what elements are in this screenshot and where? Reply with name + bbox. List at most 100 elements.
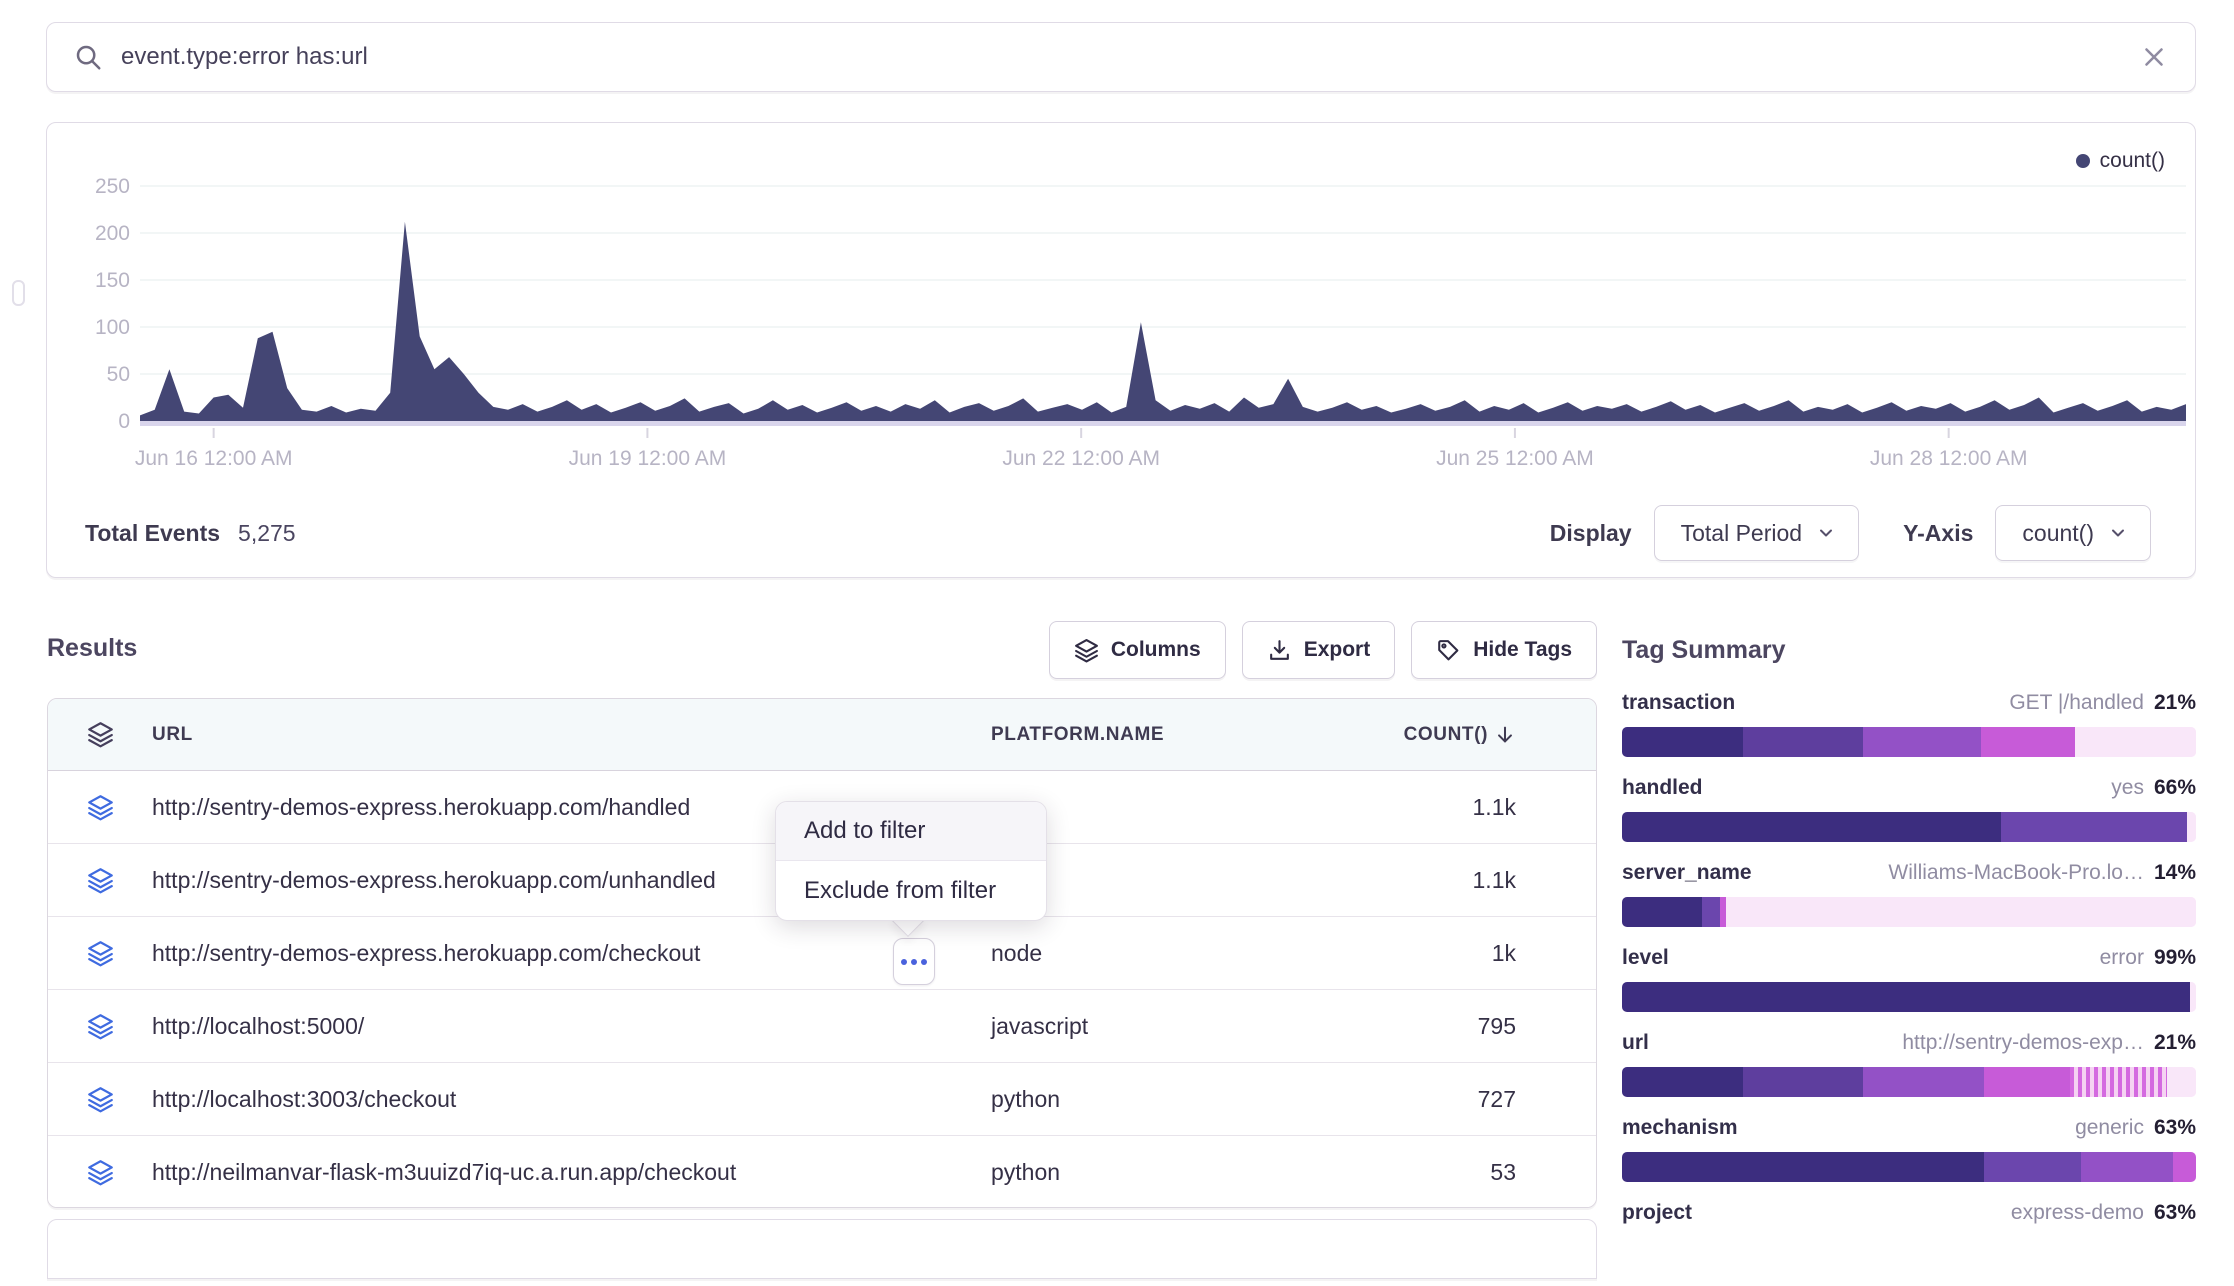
yaxis-dropdown[interactable]: count() bbox=[1995, 505, 2151, 561]
stack-icon[interactable] bbox=[48, 721, 152, 748]
tag-bar-segment[interactable] bbox=[2173, 1152, 2196, 1182]
cell-url[interactable]: http://localhost:3003/checkout bbox=[152, 1086, 991, 1113]
tag-bar-segment[interactable] bbox=[1863, 1067, 1984, 1097]
menu-item-exclude-from-filter[interactable]: Exclude from filter bbox=[776, 861, 1046, 920]
tag-bar-segment[interactable] bbox=[2167, 1067, 2196, 1097]
chart-legend[interactable]: count() bbox=[2076, 149, 2165, 173]
row-stack-icon-button[interactable] bbox=[48, 1159, 152, 1186]
tag-bar-segment[interactable] bbox=[2075, 727, 2196, 757]
tag-distribution-bar[interactable] bbox=[1622, 812, 2196, 842]
stack-icon bbox=[87, 1159, 114, 1186]
tag-distribution-bar[interactable] bbox=[1622, 1067, 2196, 1097]
cell-count[interactable]: 795 bbox=[1378, 1013, 1558, 1040]
y-axis-tick-label: 150 bbox=[95, 269, 130, 292]
row-stack-icon-button[interactable] bbox=[48, 867, 152, 894]
cell-platform[interactable]: node bbox=[991, 940, 1378, 967]
tag-summary-heading: Tag Summary bbox=[1622, 636, 2196, 665]
tag-bar-segment[interactable] bbox=[1702, 897, 1719, 927]
tag-bar-segment[interactable] bbox=[1622, 897, 1702, 927]
hide-tags-button[interactable]: Hide Tags bbox=[1411, 621, 1597, 679]
tag-bar-segment[interactable] bbox=[2081, 1152, 2173, 1182]
tag-summary: Tag Summary transactionGET |/handled21%h… bbox=[1622, 636, 2196, 1286]
tag-bar-segment[interactable] bbox=[1720, 897, 1727, 927]
tag-bar-segment[interactable] bbox=[1622, 982, 2190, 1012]
cell-count[interactable]: 1k bbox=[1378, 940, 1558, 967]
tag-icon bbox=[1436, 638, 1461, 663]
tag-summary-rows: transactionGET |/handled21%handledyes66%… bbox=[1622, 691, 2196, 1286]
tag-bar-segment[interactable] bbox=[1743, 727, 1864, 757]
cell-count[interactable]: 53 bbox=[1378, 1159, 1558, 1186]
table-row: http://localhost:5000/javascript795 bbox=[48, 990, 1596, 1063]
table-row: http://localhost:3003/checkoutpython727 bbox=[48, 1063, 1596, 1136]
tag-summary-row: urlhttp://sentry-demos-exp…21% bbox=[1622, 1031, 2196, 1116]
y-axis-tick-label: 50 bbox=[107, 363, 130, 386]
row-stack-icon-button[interactable] bbox=[48, 1013, 152, 1040]
tag-bar-segment[interactable] bbox=[1726, 897, 2196, 927]
close-icon[interactable] bbox=[2139, 42, 2169, 72]
tag-top-value: express-demo bbox=[2011, 1201, 2144, 1225]
resize-drag-handle[interactable] bbox=[12, 280, 25, 306]
cell-url[interactable]: http://sentry-demos-express.herokuapp.co… bbox=[152, 940, 991, 967]
cell-url[interactable]: http://localhost:5000/ bbox=[152, 1013, 991, 1040]
tag-bar-segment[interactable] bbox=[1981, 727, 2076, 757]
tag-name: mechanism bbox=[1622, 1116, 1738, 1140]
tag-bar-segment[interactable] bbox=[1863, 727, 1981, 757]
tag-distribution-bar[interactable] bbox=[1622, 982, 2196, 1012]
tag-top-value: generic bbox=[2075, 1116, 2144, 1140]
dot-icon bbox=[911, 959, 917, 965]
tag-bar-segment[interactable] bbox=[1622, 727, 1743, 757]
tag-bar-segment[interactable] bbox=[1622, 1067, 1743, 1097]
tag-bar-segment[interactable] bbox=[1743, 1067, 1864, 1097]
menu-item-add-to-filter[interactable]: Add to filter bbox=[776, 802, 1046, 861]
results-toolbar: Columns Export Hide Tags bbox=[47, 621, 1597, 679]
tag-bar-segment[interactable] bbox=[2070, 1067, 2168, 1097]
count-series-area bbox=[140, 222, 2186, 421]
cell-platform[interactable]: python bbox=[991, 1159, 1378, 1186]
columns-button[interactable]: Columns bbox=[1049, 621, 1226, 679]
tag-top-value-percent: 63% bbox=[2154, 1116, 2196, 1140]
tag-bar-segment[interactable] bbox=[1984, 1152, 2082, 1182]
row-stack-icon-button[interactable] bbox=[48, 794, 152, 821]
column-header-url[interactable]: URL bbox=[152, 724, 991, 746]
tag-distribution-bar[interactable] bbox=[1622, 897, 2196, 927]
column-header-platform[interactable]: PLATFORM.NAME bbox=[991, 724, 1378, 746]
cell-count[interactable]: 1.1k bbox=[1378, 867, 1558, 894]
row-stack-icon-button[interactable] bbox=[48, 1086, 152, 1113]
tag-summary-row: levelerror99% bbox=[1622, 946, 2196, 1031]
tag-bar-segment[interactable] bbox=[2187, 812, 2196, 842]
tag-distribution-bar[interactable] bbox=[1622, 727, 2196, 757]
column-header-count[interactable]: COUNT() bbox=[1378, 724, 1558, 746]
columns-button-label: Columns bbox=[1111, 638, 1201, 662]
tag-distribution-bar[interactable] bbox=[1622, 1152, 2196, 1182]
tag-top-value: http://sentry-demos-exp… bbox=[1902, 1031, 2144, 1055]
export-button[interactable]: Export bbox=[1242, 621, 1396, 679]
display-dropdown[interactable]: Total Period bbox=[1654, 505, 1859, 561]
tag-bar-segment[interactable] bbox=[2001, 812, 2188, 842]
search-input[interactable]: event.type:error has:url bbox=[121, 43, 2139, 71]
x-axis-tick-label: Jun 25 12:00 AM bbox=[1436, 447, 1594, 470]
column-header-count-label: COUNT() bbox=[1404, 724, 1488, 746]
table-row: http://sentry-demos-express.herokuapp.co… bbox=[48, 917, 1596, 990]
stack-icon bbox=[87, 794, 114, 821]
cell-count[interactable]: 1.1k bbox=[1378, 794, 1558, 821]
tag-bar-segment[interactable] bbox=[2190, 982, 2196, 1012]
dot-icon bbox=[921, 959, 927, 965]
legend-dot-icon bbox=[2076, 154, 2090, 168]
row-actions-ellipsis-button[interactable] bbox=[893, 938, 935, 985]
cell-platform[interactable]: python bbox=[991, 1086, 1378, 1113]
tag-bar-segment[interactable] bbox=[1622, 1152, 1984, 1182]
tag-summary-row: transactionGET |/handled21% bbox=[1622, 691, 2196, 776]
search-bar[interactable]: event.type:error has:url bbox=[46, 22, 2196, 92]
tag-bar-segment[interactable] bbox=[1984, 1067, 2070, 1097]
hide-tags-button-label: Hide Tags bbox=[1473, 638, 1572, 662]
tag-summary-row: handledyes66% bbox=[1622, 776, 2196, 861]
tag-top-value: error bbox=[2100, 946, 2144, 970]
row-stack-icon-button[interactable] bbox=[48, 940, 152, 967]
y-axis-tick-label: 100 bbox=[95, 316, 130, 339]
events-area-chart: 050100150200250Jun 16 12:00 AMJun 19 12:… bbox=[47, 123, 2194, 503]
tag-bar-segment[interactable] bbox=[1622, 812, 2001, 842]
cell-count[interactable]: 727 bbox=[1378, 1086, 1558, 1113]
cell-url[interactable]: http://neilmanvar-flask-m3uuizd7iq-uc.a.… bbox=[152, 1159, 991, 1186]
tag-top-value: Williams-MacBook-Pro.lo… bbox=[1888, 861, 2144, 885]
cell-platform[interactable]: javascript bbox=[991, 1013, 1378, 1040]
